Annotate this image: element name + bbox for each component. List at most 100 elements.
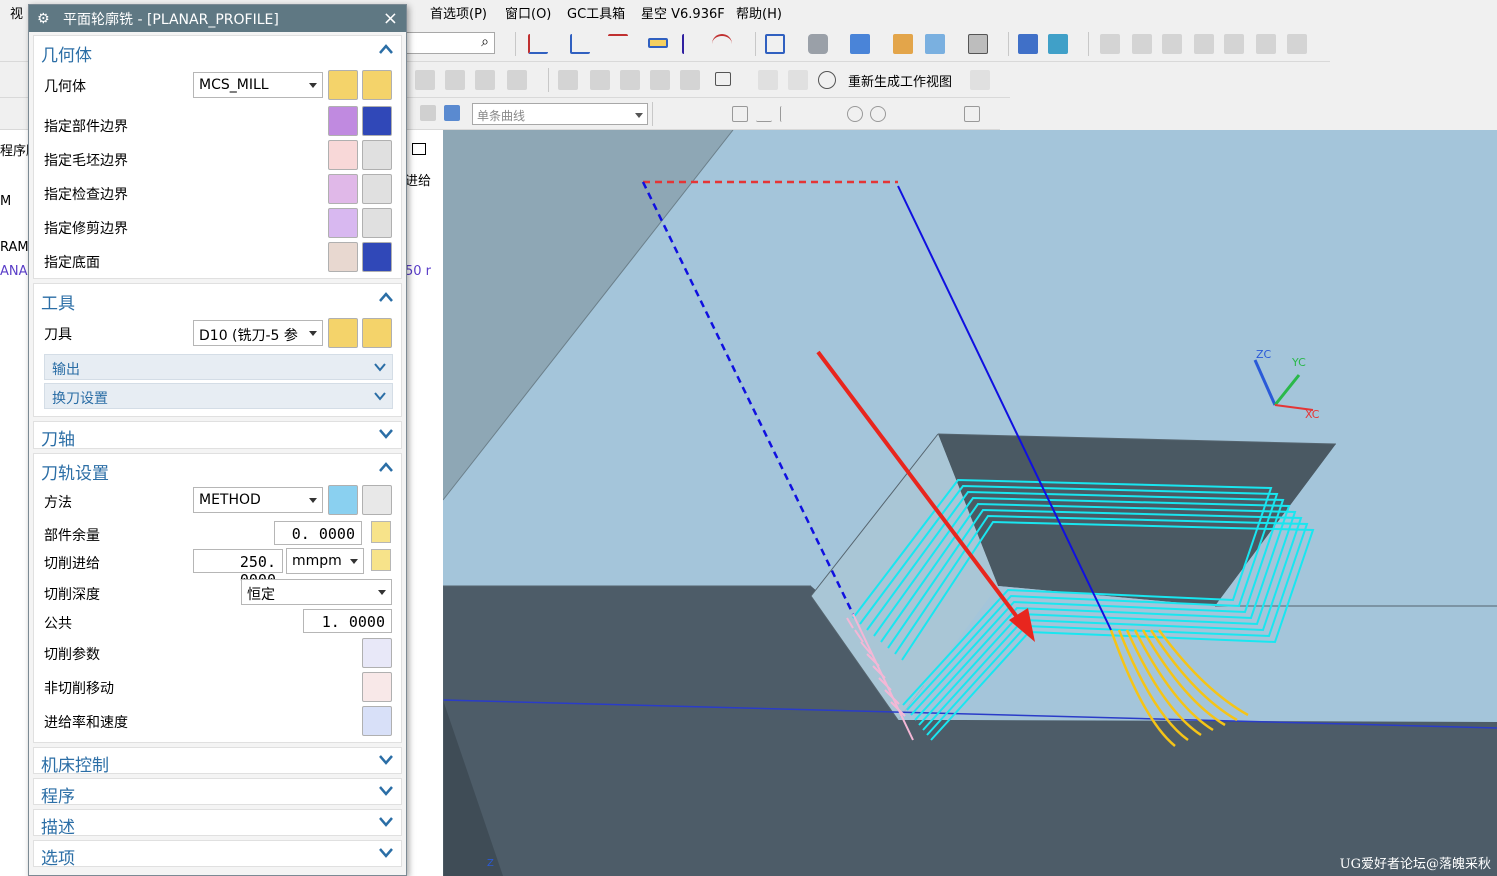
section-tool-axis-header[interactable]: 刀轴 (34, 422, 401, 452)
snap-point-icon-4[interactable] (847, 106, 863, 122)
op-icon-1[interactable] (415, 70, 435, 90)
cut-feed-input[interactable]: 250. 0000 (193, 549, 283, 589)
geometry-select[interactable]: MCS_MILL (193, 72, 323, 98)
menu-help[interactable]: 帮助(H) (736, 3, 782, 22)
op-icon-11[interactable] (788, 70, 808, 90)
trim-boundary-flashlight-icon[interactable] (362, 208, 392, 238)
feed-unit-select[interactable]: mmpm (286, 548, 364, 574)
circle-icon[interactable] (818, 71, 836, 89)
check-boundary-button[interactable] (328, 174, 358, 204)
shaded-view-icon[interactable] (850, 34, 870, 54)
regen-view-label[interactable]: 重新生成工作视图 (848, 71, 952, 90)
op-icon-9[interactable] (680, 70, 700, 90)
part-boundary-flashlight-icon[interactable] (362, 106, 392, 136)
feeds-speeds-button[interactable] (362, 706, 392, 736)
fit-view-icon[interactable] (765, 34, 785, 54)
angle-icon[interactable] (682, 34, 702, 54)
section-options-header[interactable]: 选项 (34, 841, 401, 871)
section-path-header[interactable]: 刀轨设置 (34, 454, 401, 484)
chevron-down-icon[interactable] (379, 427, 393, 441)
cut-depth-select[interactable]: 恒定 (241, 579, 392, 605)
snap-icon-1[interactable] (420, 105, 436, 121)
blank-boundary-button[interactable] (328, 140, 358, 170)
menu-gc-toolbox[interactable]: GC工具箱 (567, 3, 625, 22)
section-description-header[interactable]: 描述 (34, 810, 401, 840)
section-machine-header[interactable]: 机床控制 (34, 748, 401, 778)
edit-geometry-button[interactable] (362, 70, 392, 100)
menu-view[interactable]: 视 (10, 3, 23, 22)
lock-icon[interactable] (371, 549, 391, 571)
trim-boundary-button[interactable] (328, 208, 358, 238)
method-select[interactable]: METHOD (193, 487, 323, 513)
chevron-down-icon[interactable] (374, 390, 386, 402)
cut-params-button[interactable] (362, 638, 392, 668)
section-program-header[interactable]: 程序 (34, 779, 401, 809)
edit-tool-button[interactable] (362, 318, 392, 348)
snap-point-icon-2[interactable] (756, 106, 772, 122)
snap-point-icon-5[interactable] (870, 106, 886, 122)
chevron-down-icon[interactable] (379, 846, 393, 860)
feature-op-icon-5[interactable] (1224, 34, 1244, 54)
render-style-icon[interactable] (808, 34, 828, 54)
close-icon[interactable]: × (383, 8, 398, 29)
gear-icon[interactable]: ⚙ (37, 11, 53, 27)
wcs-origin-icon[interactable] (570, 34, 590, 54)
snap-point-icon-1[interactable] (732, 106, 748, 122)
feature-op-icon-1[interactable] (1100, 34, 1120, 54)
chevron-down-icon[interactable] (374, 361, 386, 373)
snap-icon-2[interactable] (444, 105, 460, 121)
layer-visible-icon[interactable] (925, 34, 945, 54)
part-boundary-button[interactable] (328, 106, 358, 136)
op-icon-10[interactable] (758, 70, 778, 90)
wcs-icon[interactable] (528, 34, 548, 54)
section-machine-control[interactable]: 机床控制 (33, 747, 402, 776)
edit-method-wrench-icon[interactable] (362, 485, 392, 515)
chevron-up-icon[interactable] (379, 42, 393, 56)
floor-flashlight-icon[interactable] (362, 242, 392, 272)
chevron-down-icon[interactable] (379, 753, 393, 767)
import-icon[interactable] (1048, 34, 1068, 54)
graphics-viewport[interactable]: ZC YC XC Z UG爱好者论坛@落魄采秋 (443, 130, 1497, 876)
non-cut-moves-button[interactable] (362, 672, 392, 702)
section-options[interactable]: 选项 (33, 840, 402, 869)
op-icon-3[interactable] (475, 70, 495, 90)
export-icon[interactable] (1018, 34, 1038, 54)
new-tool-button[interactable] (328, 318, 358, 348)
snap-point-icon-3[interactable] (780, 106, 796, 122)
nav-close-box[interactable] (412, 143, 426, 155)
move-csys-icon[interactable] (608, 34, 628, 54)
lock-icon[interactable] (371, 521, 391, 543)
op-icon-5[interactable] (558, 70, 578, 90)
regen-options-icon[interactable] (970, 70, 990, 90)
section-geometry-header[interactable]: 几何体 (34, 36, 401, 66)
arc-measure-icon[interactable] (712, 34, 732, 54)
feature-op-icon-3[interactable] (1162, 34, 1182, 54)
section-tool-axis[interactable]: 刀轴 (33, 421, 402, 452)
output-subpanel[interactable]: 输出 (44, 354, 393, 380)
new-geometry-button[interactable] (328, 70, 358, 100)
section-tool-header[interactable]: 工具 (34, 284, 401, 314)
section-program[interactable]: 程序 (33, 778, 402, 807)
op-icon-2[interactable] (445, 70, 465, 90)
op-icon-6[interactable] (590, 70, 610, 90)
feature-op-icon-4[interactable] (1194, 34, 1214, 54)
layer-icon[interactable] (893, 34, 913, 54)
dialog-title-bar[interactable]: ⚙ 平面轮廓铣 - [PLANAR_PROFILE] × (29, 5, 406, 32)
op-icon-8[interactable] (650, 70, 670, 90)
snap-point-icon-6[interactable] (964, 106, 980, 122)
common-depth-input[interactable]: 1. 0000 (303, 609, 392, 633)
chevron-up-icon[interactable] (379, 290, 393, 304)
chevron-up-icon[interactable] (379, 460, 393, 474)
curve-rule-select[interactable]: 单条曲线 (472, 103, 648, 125)
check-boundary-flashlight-icon[interactable] (362, 174, 392, 204)
section-description[interactable]: 描述 (33, 809, 402, 838)
background-icon[interactable] (968, 34, 988, 54)
feature-op-icon-2[interactable] (1132, 34, 1152, 54)
chevron-down-icon[interactable] (379, 784, 393, 798)
menu-window[interactable]: 窗口(O) (505, 3, 551, 22)
floor-button[interactable] (328, 242, 358, 272)
chevron-down-icon[interactable] (379, 815, 393, 829)
tool-select[interactable]: D10 (铣刀-5 参 (193, 320, 323, 346)
new-method-button[interactable] (328, 485, 358, 515)
menu-xingkong[interactable]: 星空 V6.936F (641, 3, 725, 22)
